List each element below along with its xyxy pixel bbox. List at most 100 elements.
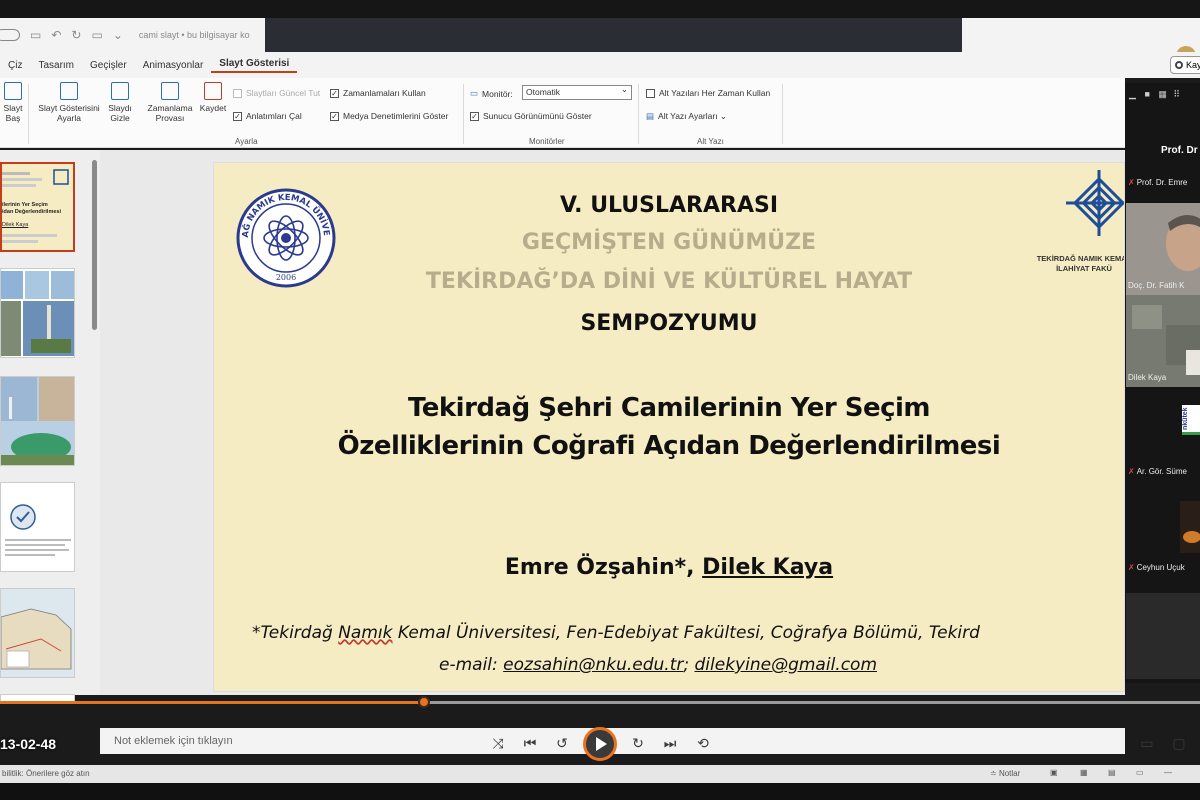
- thumbnail-slide-1[interactable]: ilerinin Yer Seçim idan Değerlendirilmes…: [0, 162, 75, 252]
- thumbnail-slide-3-preview: [1, 377, 74, 465]
- thumbnail-slide-3[interactable]: [0, 376, 75, 466]
- thumbnail-scrollbar[interactable]: [92, 160, 97, 330]
- start-slideshow-label: Slayt Baş: [3, 103, 23, 123]
- notes-toggle[interactable]: ≐ Notlar: [990, 769, 1020, 778]
- slideshow-view-icon[interactable]: ▭: [1136, 768, 1144, 777]
- participant-tile-2[interactable]: Doç. Dr. Fatih K: [1126, 203, 1200, 295]
- autosave-toggle[interactable]: [0, 29, 20, 41]
- participant-tile-1[interactable]: ✗ Prof. Dr. Emre: [1126, 178, 1200, 188]
- show-media-controls-check[interactable]: Medya Denetimlerini Göster: [330, 111, 448, 121]
- quick-access-toolbar: ▭ ↶ ↻ ▭ ⌄ cami slayt • bu bilgisayar ko: [0, 26, 250, 44]
- normal-view-icon[interactable]: ▣: [1050, 768, 1058, 777]
- tab-tasarim[interactable]: Tasarım: [30, 60, 82, 71]
- subtitles-icon[interactable]: ▭: [1138, 735, 1156, 752]
- previous-icon[interactable]: ⏮: [521, 735, 539, 752]
- start-slideshow-button[interactable]: Slayt Baş: [0, 82, 26, 123]
- more-icon[interactable]: ⌄: [113, 28, 123, 42]
- slide-heading-1: V. ULUSLARARASI: [559, 193, 779, 218]
- setup-slideshow-button[interactable]: Slayt Gösterisini Ayarla: [36, 82, 102, 123]
- thumbnail-slide-5[interactable]: [0, 588, 75, 678]
- current-slide[interactable]: TEKİRDAĞ NAMIK KEMAL ÜNİVERSİTESİ 2006 T…: [213, 162, 1125, 692]
- hide-slide-button[interactable]: Slaydı Gizle: [104, 82, 136, 123]
- stop-icon[interactable]: ■: [1144, 89, 1149, 99]
- checkbox[interactable]: [233, 88, 242, 98]
- setup-slideshow-icon: [60, 82, 78, 100]
- gallery-icon[interactable]: ▦: [1158, 89, 1167, 99]
- participant-4-label: Ar. Gör. Süme: [1136, 467, 1187, 476]
- accessibility-status[interactable]: bilitlik: Önerilere göz atın: [2, 769, 90, 778]
- tab-ciz[interactable]: Çiz: [0, 60, 30, 71]
- subtitle-settings-button[interactable]: ▤ Alt Yazı Ayarları ⌄: [646, 111, 727, 122]
- forward-30-icon[interactable]: ↻: [629, 735, 647, 752]
- save-icon[interactable]: ▭: [30, 28, 41, 42]
- sorter-view-icon[interactable]: ▦: [1080, 768, 1088, 777]
- use-timings-check[interactable]: Zamanlamaları Kullan: [330, 88, 426, 98]
- thumbnail-slide-1-text: ilerinin Yer Seçim idan Değerlendirilmes…: [2, 202, 61, 229]
- monitor-label: Monitör:: [482, 88, 513, 99]
- participant-tile-3[interactable]: Dilek Kaya: [1126, 295, 1200, 387]
- shuffle-icon[interactable]: ⤨: [489, 735, 507, 752]
- record-label: Kay: [1186, 60, 1200, 70]
- play-button[interactable]: [583, 727, 617, 761]
- slide-affiliation: *Tekirdağ Namık Kemal Üniversitesi, Fen-…: [252, 623, 980, 643]
- tab-animasyonlar[interactable]: Animasyonlar: [135, 60, 212, 71]
- affiliation-start: *Tekirdağ: [252, 623, 339, 643]
- slide-heading-4: SEMPOZYUMU: [580, 311, 758, 336]
- checkbox[interactable]: [233, 111, 242, 121]
- presenter-view-label: Sunucu Görünümünü Göster: [483, 111, 592, 121]
- record-slideshow-button[interactable]: Kaydet: [198, 82, 228, 113]
- affiliation-rest: Kemal Üniversitesi, Fen-Edebiyat Fakülte…: [392, 623, 980, 643]
- participants-toolbar: ▁ ■ ▦ ⠿: [1129, 89, 1180, 100]
- divider: [463, 84, 464, 144]
- rehearse-timings-button[interactable]: Zamanlama Provası: [142, 82, 198, 123]
- tab-slayt-gosterisi[interactable]: Slayt Gösterisi: [211, 58, 298, 73]
- email-1[interactable]: eozsahin@nku.edu.tr: [503, 655, 683, 675]
- participant-tile-5[interactable]: ✗ Ceyhun Uçuk: [1126, 497, 1200, 575]
- redo-icon[interactable]: ↻: [71, 28, 81, 42]
- grid-icon[interactable]: ⠿: [1173, 89, 1180, 99]
- system-bottom-bar: [0, 783, 1200, 800]
- zoom-out-icon[interactable]: —: [1164, 768, 1172, 777]
- checkbox[interactable]: [470, 111, 479, 121]
- rewind-10-icon[interactable]: ↺: [553, 735, 571, 752]
- email-2[interactable]: dilekyine@gmail.com: [695, 655, 877, 675]
- muted-mic-icon: ✗: [1128, 178, 1135, 187]
- always-use-subtitles-check[interactable]: Alt Yazıları Her Zaman Kullan: [646, 88, 770, 98]
- slide-heading-3: TEKİRDAĞ’DA DİNİ VE KÜLTÜREL HAYAT: [425, 269, 913, 294]
- checkbox[interactable]: [330, 111, 339, 121]
- hide-slide-icon: [111, 82, 129, 100]
- undo-icon[interactable]: ↶: [51, 28, 61, 42]
- keep-slides-updated-check[interactable]: Slaytları Güncel Tut: [233, 88, 320, 98]
- hide-slide-label: Slaydı Gizle: [108, 103, 132, 123]
- presenter-view-check[interactable]: Sunucu Görünümünü Göster: [470, 111, 592, 121]
- play-narrations-check[interactable]: Anlatımları Çal: [233, 111, 302, 121]
- checkbox[interactable]: [646, 88, 655, 98]
- present-icon[interactable]: ▭: [91, 28, 102, 42]
- thumbnail-slide-2-preview: [1, 271, 74, 356]
- tab-gecisler[interactable]: Geçişler: [82, 60, 135, 71]
- use-timings-label: Zamanlamaları Kullan: [343, 88, 426, 98]
- record-button[interactable]: Kay: [1170, 56, 1200, 74]
- document-title: cami slayt • bu bilgisayar ko: [138, 30, 250, 40]
- participant-tile-4[interactable]: nkütek ✗ Ar. Gör. Süme: [1126, 401, 1200, 479]
- thumbnail-slide-4[interactable]: [0, 482, 75, 572]
- cast-icon[interactable]: ▢: [1170, 735, 1188, 752]
- participant-1-label: Prof. Dr. Emre: [1136, 178, 1188, 187]
- video-progress-handle[interactable]: [418, 696, 430, 708]
- keep-slides-updated-label: Slaytları Güncel Tut: [246, 88, 321, 98]
- checkbox[interactable]: [330, 88, 339, 98]
- setup-slideshow-label: Slayt Gösterisini Ayarla: [38, 103, 100, 123]
- slide-thumbnail-pane: ilerinin Yer Seçim idan Değerlendirilmes…: [0, 150, 100, 704]
- email-label: e-mail:: [439, 655, 504, 675]
- minimize-icon[interactable]: ▁: [1129, 89, 1136, 99]
- participant-name-4: ✗ Ar. Gör. Süme: [1128, 467, 1187, 476]
- monitor-select[interactable]: Otomatik: [522, 83, 632, 100]
- reading-view-icon[interactable]: ▤: [1108, 768, 1116, 777]
- record-icon: [1175, 61, 1183, 69]
- participant-tile-6[interactable]: [1126, 593, 1200, 679]
- thumbnail-slide-2[interactable]: [0, 268, 75, 358]
- participant-3-label: Dilek Kaya: [1128, 373, 1167, 382]
- next-icon[interactable]: ⏭: [661, 735, 679, 752]
- repeat-off-icon[interactable]: ⟲: [694, 735, 712, 752]
- record-slideshow-label: Kaydet: [199, 103, 227, 113]
